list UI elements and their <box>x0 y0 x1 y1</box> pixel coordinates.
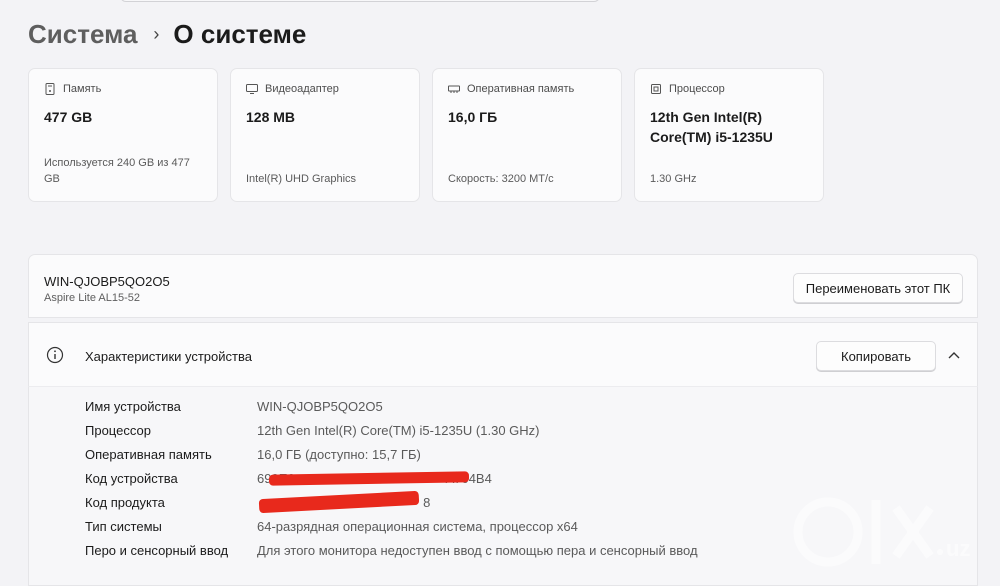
display-adapter-card-sub: Intel(R) UHD Graphics <box>246 173 357 185</box>
processor-card-value: 12th Gen Intel(R) Core(TM) i5-1235U <box>650 109 773 145</box>
search-box-edge[interactable] <box>120 0 600 2</box>
storage-card-value: 477 GB <box>44 109 93 125</box>
processor-card: Процессор 12th Gen Intel(R) Core(TM) i5-… <box>634 68 824 202</box>
pc-name: WIN-QJOBP5QO2O5 <box>44 274 170 289</box>
ram-icon <box>448 85 460 93</box>
storage-icon <box>45 83 55 95</box>
spec-label: Оперативная память <box>85 447 212 462</box>
spec-label: Процессор <box>85 423 151 438</box>
spec-value: 12th Gen Intel(R) Core(TM) i5-1235U (1.3… <box>257 423 540 438</box>
spec-row: Процессор 12th Gen Intel(R) Core(TM) i5-… <box>85 423 539 443</box>
device-specs-title: Характеристики устройства <box>85 349 252 364</box>
spec-label: Перо и сенсорный ввод <box>85 543 229 558</box>
summary-cards: Память 477 GB Используется 240 GB из 477… <box>28 68 824 202</box>
spec-label: Код продукта <box>85 495 165 510</box>
spec-row: Тип системы 64-разрядная операционная си… <box>85 519 578 539</box>
display-adapter-card-value: 128 MB <box>246 109 296 125</box>
device-specs-header[interactable]: Характеристики устройства Копировать <box>28 322 978 386</box>
ram-card-value: 16,0 ГБ <box>448 109 498 125</box>
display-adapter-card-label: Видеоадаптер <box>265 83 339 95</box>
spec-label: Тип системы <box>85 519 162 534</box>
spec-label: Имя устройства <box>85 399 181 414</box>
copy-button[interactable]: Копировать <box>816 341 936 371</box>
breadcrumb: Система › О системе <box>28 16 306 52</box>
storage-card-label: Память <box>63 83 102 95</box>
rename-pc-button[interactable]: Переименовать этот ПК <box>793 273 963 303</box>
ram-card-sub: Скорость: 3200 MT/с <box>448 173 554 185</box>
storage-card-sub: Используется 240 GB из 477 GB <box>44 157 190 185</box>
ram-card-label: Оперативная память <box>467 83 575 95</box>
spec-value: WIN-QJOBP5QO2O5 <box>257 399 383 414</box>
display-adapter-card: Видеоадаптер 128 MB Intel(R) UHD Graphic… <box>230 68 420 202</box>
spec-value: Для этого монитора недоступен ввод с пом… <box>257 543 698 558</box>
spec-row: Имя устройства WIN-QJOBP5QO2O5 <box>85 399 383 419</box>
processor-icon <box>651 84 661 94</box>
spec-row: Оперативная память 16,0 ГБ (доступно: 15… <box>85 447 421 467</box>
page-title: О системе <box>173 18 307 49</box>
spec-value: 16,0 ГБ (доступно: 15,7 ГБ) <box>257 447 421 462</box>
olx-watermark-logo: uz <box>793 497 970 567</box>
pc-name-row: WIN-QJOBP5QO2O5 Aspire Lite AL15-52 Пере… <box>28 254 978 318</box>
spec-label: Код устройства <box>85 471 178 486</box>
info-icon <box>46 346 64 364</box>
breadcrumb-separator-icon: › <box>153 23 160 44</box>
storage-card: Память 477 GB Используется 240 GB из 477… <box>28 68 218 202</box>
spec-value: 64-разрядная операционная система, проце… <box>257 519 578 534</box>
chevron-up-icon[interactable] <box>945 347 963 363</box>
svg-text:uz: uz <box>946 536 970 561</box>
pc-model: Aspire Lite AL15-52 <box>44 292 141 304</box>
ram-card: Оперативная память 16,0 ГБ Скорость: 320… <box>432 68 622 202</box>
spec-row: Перо и сенсорный ввод Для этого монитора… <box>85 543 698 563</box>
processor-card-sub: 1.30 GHz <box>650 173 697 185</box>
display-adapter-icon <box>246 84 258 94</box>
breadcrumb-system-link[interactable]: Система <box>28 19 137 50</box>
processor-card-label: Процессор <box>669 83 725 95</box>
